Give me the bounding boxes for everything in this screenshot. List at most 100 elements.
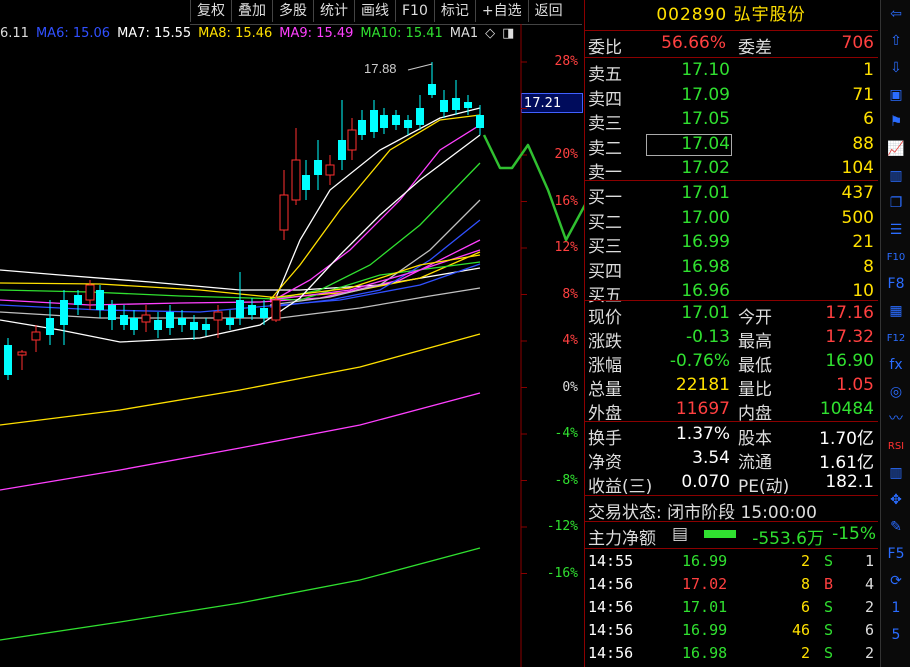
weicha-label: 委差 [738,38,772,58]
tick-price: 16.99 [682,621,728,639]
bid-volume: 8 [863,256,874,277]
quote-row: 换手 1.37% 股本 1.70亿 [588,424,876,449]
grid-icon[interactable]: ▦ [885,301,907,322]
quote-row: 涨幅 -0.76% 最低 16.90 [588,351,876,376]
f12-icon[interactable]: F12 [885,328,907,349]
fx-icon[interactable]: fx [885,355,907,376]
circle-icon[interactable]: ◎ [885,382,907,403]
fund-value: 182.1 [825,472,874,492]
candle [166,305,174,335]
stat-value: 11697 [675,399,730,419]
doc-list-icon[interactable]: ▤ [672,524,688,544]
tick-row: 14:56 17.01 6 S 2 [588,598,876,621]
candle [314,140,322,190]
tick-row: 14:56 16.99 46 S 6 [588,621,876,644]
candle [154,312,162,338]
rsi-icon[interactable]: RSI [885,436,907,457]
fund-label: 流通 [738,453,772,473]
tick-row: 14:56 16.98 2 S 2 [588,644,876,667]
panel-divider [584,421,878,422]
candle [4,338,12,380]
fund-value: 1.61亿 [819,453,874,473]
tick-vol: 8 [800,575,810,593]
tick-side: S [824,552,834,570]
annotation-path [482,134,584,242]
tick-price: 16.99 [682,552,728,570]
stat-value: 17.16 [825,303,874,323]
f5-icon[interactable]: F5 [885,544,907,565]
ask-label: 卖二 [588,138,622,159]
bid-label: 买三 [588,237,622,257]
stock-code: 002890 [656,5,728,25]
back-arrow-icon[interactable]: ⇦ [885,4,907,25]
weicha-value: 706 [841,33,874,53]
page-5[interactable]: 5 [885,625,907,646]
candle [178,310,186,332]
fund-label: PE(动) [738,477,790,497]
high-marker-arrow [407,63,433,71]
quote-row: 卖一 17.02 104 [588,158,876,183]
ask-price: 17.10 [681,60,730,80]
bid-price: 16.98 [681,256,730,277]
candle [370,100,378,138]
tick-n: 1 [864,552,874,570]
ask-price: 17.05 [681,109,730,129]
window-icon[interactable]: ❐ [885,193,907,214]
fund-label: 换手 [588,429,622,449]
ma-line-8 [0,547,481,641]
expand-icon[interactable]: ▣ [885,85,907,106]
kline-icon[interactable]: ▥ [885,166,907,187]
candle [392,110,400,130]
move-icon[interactable]: ✥ [885,490,907,511]
down-arrow-icon[interactable]: ⇩ [885,58,907,79]
flag-icon[interactable]: ⚑ [885,112,907,133]
candle [248,298,256,320]
stat-label: 涨幅 [588,356,622,376]
doc-icon[interactable]: ☰ [885,220,907,241]
tick-side: S [824,621,834,639]
tick-time: 14:56 [588,621,634,639]
ask-volume: 104 [841,158,874,178]
up-arrow-icon[interactable]: ⇧ [885,31,907,52]
kline-chart[interactable]: 17.88 [0,0,584,667]
tick-time: 14:56 [588,575,634,593]
candle [416,95,424,130]
stat-label: 涨跌 [588,332,622,352]
pen-icon[interactable]: ✎ [885,517,907,538]
candle [236,272,244,325]
bars-icon[interactable]: ▥ [885,463,907,484]
tick-time: 14:55 [588,552,634,570]
quote-row: 涨跌 -0.13 最高 17.32 [588,327,876,352]
ask-highlight-box [646,133,732,156]
quote-row: 总量 22181 量比 1.05 [588,375,876,400]
main-flow-bar [704,530,736,538]
stat-value: 16.90 [825,351,874,371]
candle [31,325,41,352]
main-flow-label: 主力净额 [588,529,656,549]
candle [260,300,268,325]
stat-value: 22181 [675,375,730,395]
quote-row: 买一 17.01 437 [588,183,876,208]
candle [428,62,436,98]
line-chart-icon[interactable]: 📈 [885,139,907,160]
bid-label: 买一 [588,188,622,208]
quote-row: 买四 16.98 8 [588,256,876,282]
bid-price: 16.99 [681,232,730,252]
candle [279,170,289,240]
page-1[interactable]: 1 [885,598,907,619]
refresh-icon[interactable]: ⟳ [885,571,907,592]
candle [202,318,210,336]
f8-icon[interactable]: F8 [885,274,907,295]
wave-icon[interactable]: 〰 [885,409,907,430]
candle [358,110,366,140]
candle [141,305,151,332]
candle [60,290,68,345]
fund-label: 净资 [588,453,622,473]
stat-label: 总量 [588,380,622,400]
tick-side: S [824,598,834,616]
panel-divider [584,30,878,31]
candle [17,350,27,370]
f10-icon[interactable]: F10 [885,247,907,268]
candle [74,290,82,315]
ask-volume: 71 [852,84,874,105]
